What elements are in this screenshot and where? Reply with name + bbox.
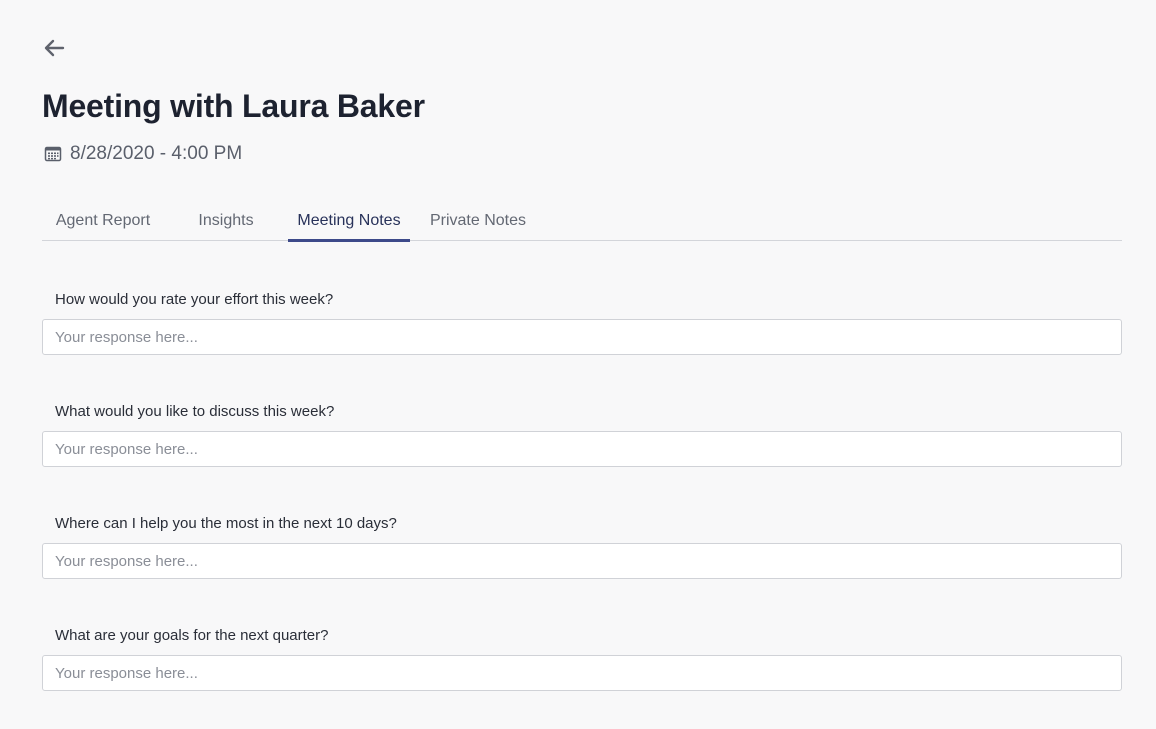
meeting-page: Meeting with Laura Baker 8/28/2020 - 4:0… — [0, 0, 1156, 729]
tab-private-notes[interactable]: Private Notes — [410, 202, 546, 241]
question-help: Where can I help you the most in the nex… — [42, 514, 1122, 579]
question-effort: How would you rate your effort this week… — [42, 290, 1122, 355]
question-label: What are your goals for the next quarter… — [55, 627, 329, 644]
question-label: What would you like to discuss this week… — [55, 403, 335, 420]
meeting-datetime: 8/28/2020 - 4:00 PM — [44, 143, 242, 165]
tab-meeting-notes[interactable]: Meeting Notes — [288, 202, 410, 242]
question-label: Where can I help you the most in the nex… — [55, 515, 397, 532]
response-input[interactable] — [42, 319, 1122, 355]
arrow-left-icon — [44, 39, 65, 57]
page-title: Meeting with Laura Baker — [42, 88, 425, 124]
datetime-text: 8/28/2020 - 4:00 PM — [70, 143, 243, 164]
question-label: How would you rate your effort this week… — [55, 291, 334, 308]
tab-bar: Agent Report Insights Meeting Notes Priv… — [42, 202, 1122, 242]
response-input[interactable] — [42, 543, 1122, 579]
tab-insights[interactable]: Insights — [164, 202, 288, 241]
response-input[interactable] — [42, 431, 1122, 467]
response-input[interactable] — [42, 655, 1122, 691]
calendar-icon — [44, 146, 62, 162]
back-button[interactable] — [40, 36, 68, 60]
question-goals: What are your goals for the next quarter… — [42, 626, 1122, 691]
tab-agent-report[interactable]: Agent Report — [42, 202, 164, 241]
question-discuss: What would you like to discuss this week… — [42, 402, 1122, 467]
